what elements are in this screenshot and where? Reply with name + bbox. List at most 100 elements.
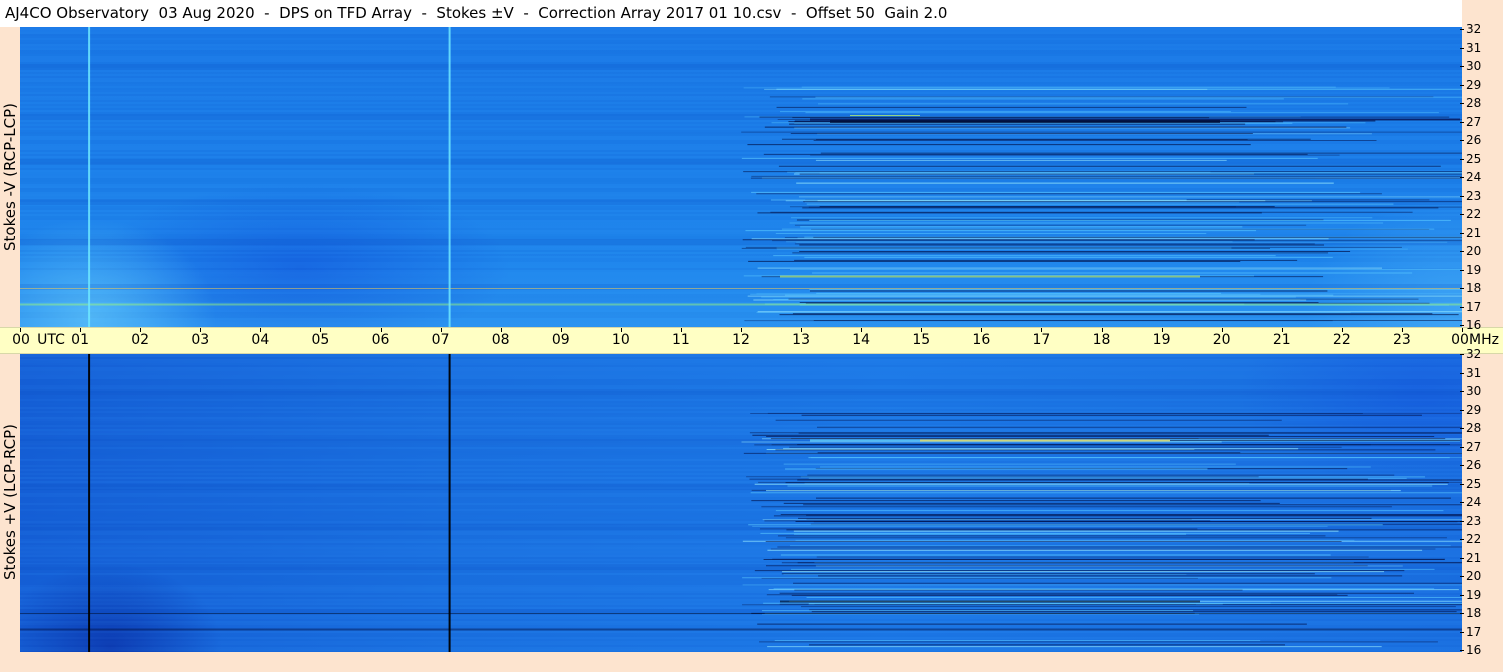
mhz-label: MHz [1469,332,1499,348]
frequency-tick-mark [1460,251,1464,252]
frequency-tick-mark [1460,576,1464,577]
frequency-tick-mark [1460,391,1464,392]
frequency-tick-mark [1460,650,1464,651]
frequency-tick-mark [1460,140,1464,141]
frequency-tick-mark [1460,306,1464,308]
frequency-tick-mark [1460,520,1464,522]
time-tick-label: 16 [972,332,991,348]
frequency-tick-label: 23 [1466,188,1482,203]
frequency-tick-label: 27 [1466,114,1482,129]
frequency-tick-mark [1460,47,1464,49]
frequency-tick-label: 29 [1466,402,1482,417]
utc-label: UTC [37,332,65,348]
time-tick-label: 23 [1392,332,1411,348]
time-tick-label: 09 [551,332,570,348]
time-tick-label: 01 [71,332,89,348]
time-tick-label: 19 [1152,332,1171,348]
frequency-tick-mark [1460,103,1464,104]
bottom-spectrogram-features [20,352,1462,652]
frequency-tick-label: 31 [1466,365,1482,380]
time-tick-label: 06 [371,332,390,348]
frequency-tick-label: 25 [1466,151,1482,166]
frequency-tick-label: 19 [1466,262,1482,277]
time-tick-label: 17 [1032,332,1051,348]
time-tick-label: 21 [1272,332,1291,348]
time-tick-label: 03 [191,332,210,348]
frequency-tick-label: 17 [1466,624,1482,639]
time-tick-label: 11 [671,332,690,348]
frequency-tick-mark [1460,354,1464,355]
frequency-tick-label: 32 [1466,22,1482,36]
frequency-tick-mark [1460,372,1464,374]
frequency-tick-mark [1460,613,1464,614]
bottom-panel-label-text: Stokes +V (LCP-RCP) [1,424,19,580]
time-tick-label: 22 [1332,332,1351,348]
frequency-tick-label: 18 [1466,281,1482,295]
frequency-tick-mark [1460,121,1464,123]
time-tick-label: 14 [852,332,871,348]
frequency-tick-label: 19 [1466,587,1482,602]
frequency-tick-label: 23 [1466,513,1482,528]
frequency-tick-mark [1460,232,1464,234]
frequency-tick-mark [1460,594,1464,596]
title-bar: AJ4CO Observatory 03 Aug 2020 - DPS on T… [0,0,1462,28]
frequency-tick-mark [1460,214,1464,215]
time-tick-label: 04 [251,332,270,348]
frequency-tick-mark [1460,465,1464,466]
frequency-tick-label: 21 [1466,550,1482,565]
time-tick-label: 10 [611,332,630,348]
frequency-tick-mark [1460,557,1464,559]
frequency-tick-label: 17 [1466,299,1482,314]
time-tick-label: 18 [1092,332,1111,348]
frequency-tick-mark [1460,428,1464,429]
frequency-tick-mark [1460,29,1464,30]
frequency-tick-mark [1460,483,1464,485]
time-tick-label: 13 [792,332,810,348]
bottom-spectrogram [20,352,1462,652]
time-tick-label: 20 [1212,332,1231,348]
frequency-tick-mark [1460,502,1464,503]
time-tick-label: 12 [732,332,750,348]
frequency-tick-label: 20 [1466,569,1482,583]
frequency-tick-label: 18 [1466,606,1482,620]
page-title: AJ4CO Observatory 03 Aug 2020 - DPS on T… [5,4,948,22]
time-tick-label: 08 [491,332,510,348]
frequency-tick-mark [1460,195,1464,197]
frequency-tick-label: 28 [1466,421,1482,435]
time-tick-label: 05 [311,332,330,348]
frequency-tick-mark [1460,84,1464,86]
frequency-tick-label: 26 [1466,458,1482,472]
frequency-tick-mark [1460,269,1464,271]
time-tick-label: 02 [131,332,150,348]
frequency-tick-mark [1460,177,1464,178]
frequency-tick-mark [1460,446,1464,448]
frequency-tick-mark [1460,288,1464,289]
bottom-panel-label: Stokes +V (LCP-RCP) [0,352,20,652]
frequency-tick-label: 26 [1466,133,1482,147]
time-tick-label: 07 [431,332,450,348]
frequency-tick-mark [1460,539,1464,540]
frequency-tick-mark [1460,325,1464,326]
time-axis: 00 01 02 03 04 05 06 07 08 09 10 11 12 13 14 15 16 17 18 19… [0,327,1503,354]
frequency-tick-label: 28 [1466,96,1482,110]
frequency-tick-label: 31 [1466,40,1482,55]
frequency-tick-label: 22 [1466,532,1482,546]
top-panel-label: Stokes -V (RCP-LCP) [0,27,20,327]
frequency-tick-label: 24 [1466,170,1482,184]
time-tick-label: 00 [12,332,30,348]
frequency-tick-label: 21 [1466,225,1482,240]
top-spectrogram-features [20,27,1462,327]
frequency-tick-mark [1460,158,1464,160]
frequency-tick-label: 27 [1466,439,1482,454]
frequency-tick-mark [1460,66,1464,67]
frequency-tick-label: 25 [1466,476,1482,491]
top-spectrogram [20,27,1462,327]
frequency-tick-label: 29 [1466,77,1482,92]
frequency-tick-label: 30 [1466,59,1482,73]
frequency-tick-label: 22 [1466,207,1482,221]
frequency-tick-label: 16 [1466,643,1482,657]
time-tick-label: 15 [912,332,931,348]
frequency-tick-mark [1460,409,1464,411]
top-panel-label-text: Stokes -V (RCP-LCP) [1,103,19,251]
frequency-tick-label: 24 [1466,495,1482,509]
